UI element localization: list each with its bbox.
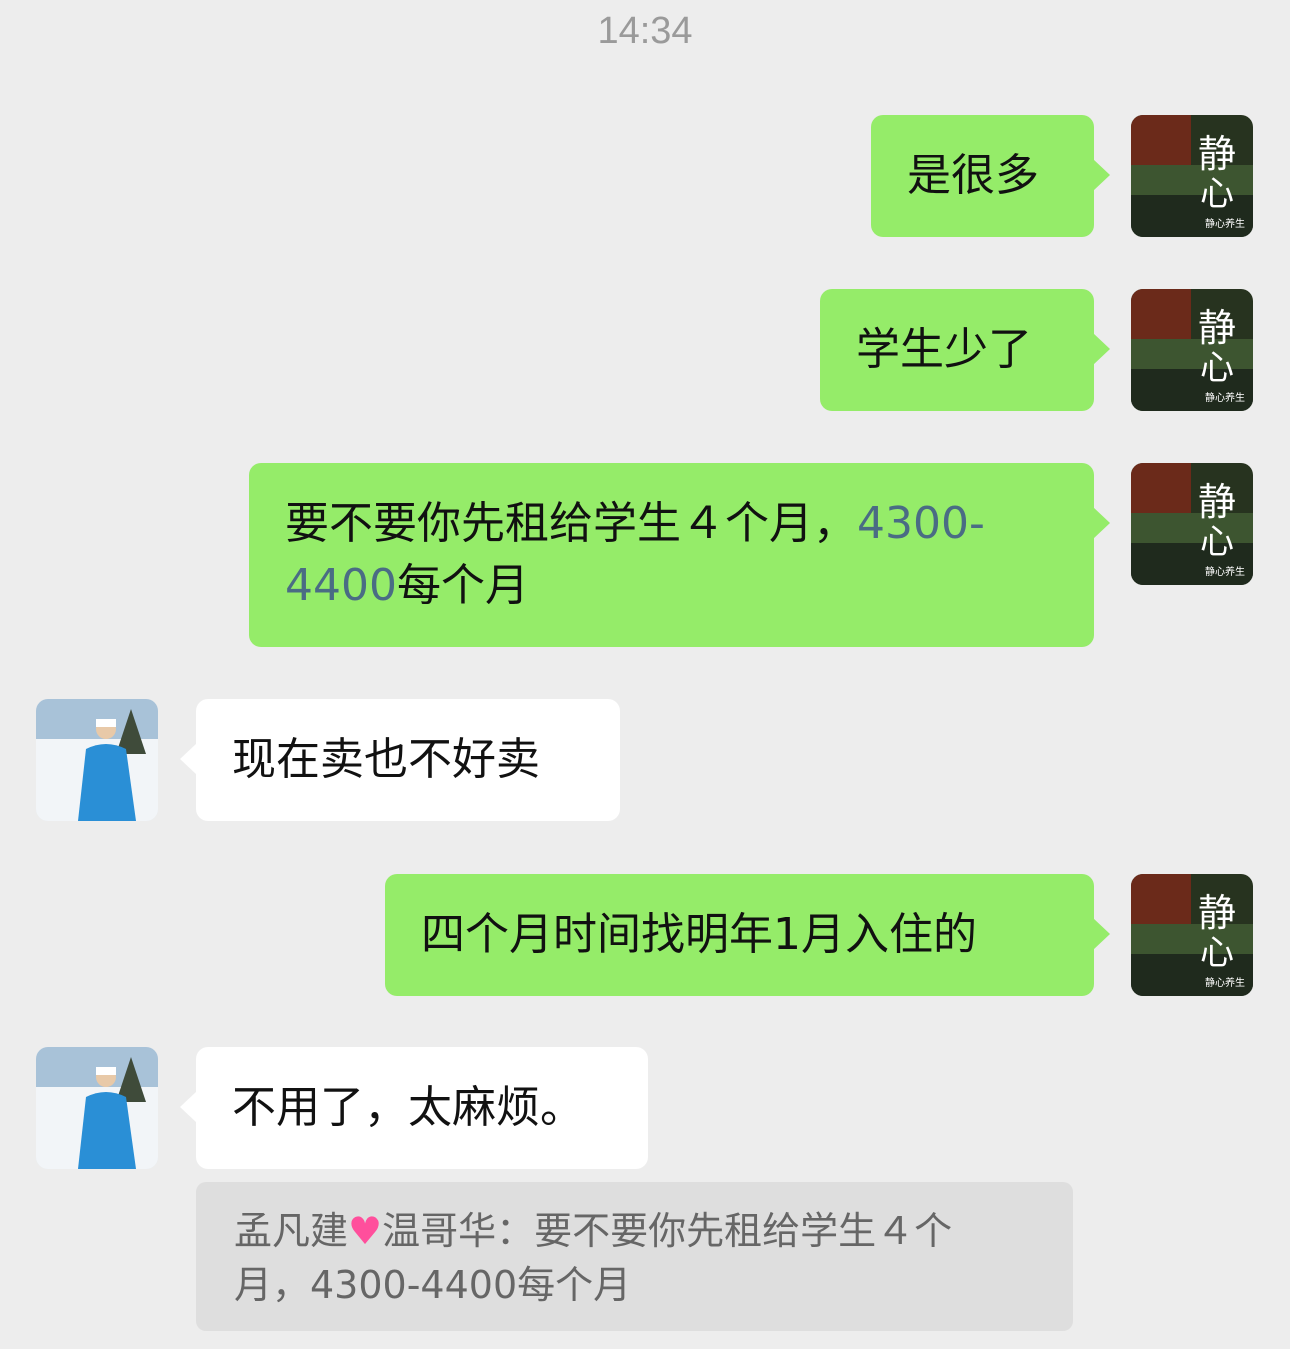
contact-avatar[interactable] [36,1047,158,1169]
quote-text: 月，4300-4400每个月 [234,1263,632,1307]
phone-number-link[interactable]: 4300- [857,498,985,549]
svg-text:静心养生: 静心养生 [1205,976,1245,989]
message-text: 四个月时间找明年1月入住的 [421,909,977,960]
svg-text:静: 静 [1198,306,1236,350]
svg-text:静心养生: 静心养生 [1205,391,1245,404]
svg-text:静: 静 [1198,480,1236,524]
message-bubble-received[interactable]: 现在卖也不好卖 [180,699,620,821]
message-bubble-sent[interactable]: 四个月时间找明年1月入住的 [385,874,1110,996]
my-avatar[interactable]: 静 心 静心养生 [1131,115,1253,237]
message-bubble-received[interactable]: 不用了，太麻烦。 [180,1047,648,1169]
my-avatar[interactable]: 静 心 静心养生 [1131,289,1253,411]
svg-text:静心养生: 静心养生 [1205,565,1245,578]
quote-author-name: 孟凡建 [234,1209,349,1253]
message-text: 是很多 [907,150,1039,201]
contact-avatar[interactable] [36,699,158,821]
message-bubble-sent[interactable]: 学生少了 [820,289,1110,411]
quote-text: ：要不要你先租给学生４个 [496,1209,953,1253]
message-text: 学生少了 [856,324,1032,375]
svg-text:静: 静 [1198,132,1236,176]
svg-text:心: 心 [1200,174,1234,214]
svg-text:静: 静 [1198,891,1236,935]
message-text: 要不要你先租给学生４个月， [285,498,857,549]
message-bubble-sent[interactable]: 要不要你先租给学生４个月，4300- 4400每个月 [249,463,1110,647]
timestamp: 14:34 [597,10,693,52]
svg-text:心: 心 [1200,933,1234,973]
message-text: 不用了，太麻烦。 [232,1082,584,1133]
svg-text:心: 心 [1200,522,1234,562]
my-avatar[interactable]: 静 心 静心养生 [1131,463,1253,585]
message-bubble-sent[interactable]: 是很多 [871,115,1110,237]
message-text: 现在卖也不好卖 [232,734,540,785]
my-avatar[interactable]: 静 心 静心养生 [1131,874,1253,996]
quote-author-location: 温哥华 [382,1209,497,1253]
message-text: 每个月 [396,560,529,611]
sparkling-heart-icon: ♥ [348,1209,383,1253]
quoted-message[interactable]: 孟凡建♥温哥华：要不要你先租给学生４个 月，4300-4400每个月 [196,1182,1073,1331]
phone-number-link[interactable]: 4400 [285,560,397,611]
svg-text:静心养生: 静心养生 [1205,217,1245,230]
svg-text:心: 心 [1200,348,1234,388]
